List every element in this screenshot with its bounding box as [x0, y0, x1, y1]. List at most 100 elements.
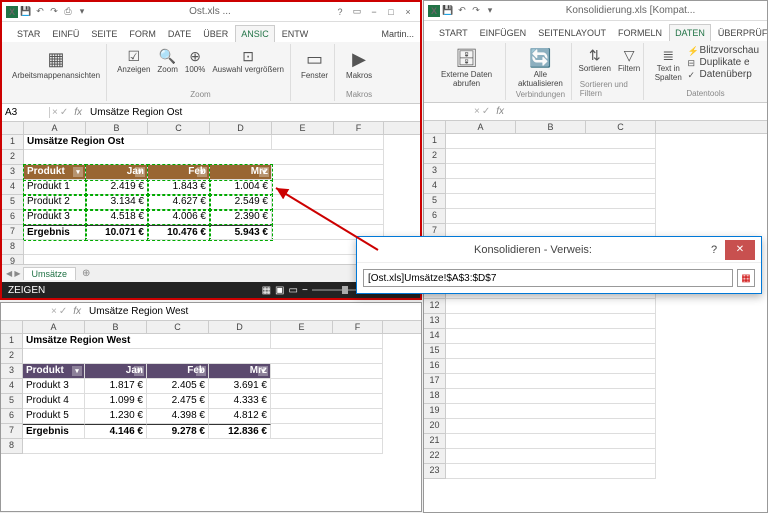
- zoom-out-icon[interactable]: −: [302, 285, 308, 296]
- flash-fill-button[interactable]: ⚡Blitzvorschau: [688, 45, 759, 56]
- select-all-corner[interactable]: [2, 122, 24, 134]
- tab-formeln[interactable]: FORM: [124, 26, 161, 42]
- tab-daten[interactable]: DATE: [163, 26, 196, 42]
- window-button[interactable]: ▭Fenster: [299, 46, 330, 82]
- qat-undo-icon[interactable]: ↶: [34, 6, 46, 18]
- group-name-macros: Makros: [346, 90, 372, 99]
- tab-ansicht[interactable]: ANSIC: [235, 25, 275, 42]
- tab-ueber[interactable]: ÜBER: [198, 26, 233, 42]
- workbook-views-button[interactable]: ▦Arbeitsmappenansichten: [10, 46, 102, 82]
- enter-icon[interactable]: ✓: [59, 306, 67, 317]
- consolidate-reference-dialog: Konsolidieren - Verweis: ? ✕ ▦: [356, 236, 762, 294]
- window-west: ×✓ fx Umsätze Region West A B C D E F 1U…: [0, 302, 422, 512]
- formula-content-west[interactable]: Umsätze Region West: [85, 306, 421, 317]
- formula-bar-west: ×✓ fx Umsätze Region West: [1, 303, 421, 321]
- window-title-kons: Konsolidierung.xls [Kompat...: [498, 5, 763, 16]
- dialog-help-icon[interactable]: ?: [703, 244, 725, 256]
- hdr-produkt[interactable]: Produkt▾: [24, 165, 86, 180]
- ribbon-kons: 🗄Externe Daten abrufen 🔄Alle aktualisier…: [424, 41, 767, 103]
- sort-button[interactable]: ⇅Sortieren: [577, 45, 613, 75]
- status-mode: ZEIGEN: [8, 285, 45, 296]
- tab-seite[interactable]: SEITE: [86, 26, 122, 42]
- range-picker-icon[interactable]: ▦: [737, 269, 755, 287]
- help-icon[interactable]: ?: [332, 5, 348, 19]
- filter-icon: ▾: [259, 167, 269, 177]
- fx-icon[interactable]: fx: [70, 107, 86, 118]
- qat-save-icon[interactable]: 💾: [442, 5, 454, 17]
- external-data-button[interactable]: 🗄Externe Daten abrufen: [432, 45, 501, 90]
- cancel-icon[interactable]: ×: [51, 306, 57, 317]
- col-e[interactable]: E: [272, 122, 334, 134]
- titlebar-ost: X 💾 ↶ ↷ ⎙ ▾ Ost.xls ... ? ▭ − □ ×: [2, 2, 420, 22]
- ribbon-ost: ▦Arbeitsmappenansichten ☑Anzeigen 🔍Zoom …: [2, 42, 420, 104]
- name-box[interactable]: A3: [2, 107, 50, 118]
- text-columns-button[interactable]: ≣Text in Spalten: [652, 45, 685, 84]
- zoom-100-button[interactable]: ⊕100%: [183, 46, 207, 76]
- dialog-title: Konsolidieren - Verweis:: [363, 244, 703, 256]
- col-c[interactable]: C: [148, 122, 210, 134]
- ribbon-group-window: ▭Fenster: [295, 44, 335, 101]
- hdr-mrz[interactable]: Mrz▾: [210, 165, 272, 180]
- cancel-icon[interactable]: ×: [52, 107, 58, 118]
- qat-redo-icon[interactable]: ↷: [470, 5, 482, 17]
- titlebar-kons: X 💾 ↶ ↷ ▾ Konsolidierung.xls [Kompat...: [424, 1, 767, 21]
- view-icon[interactable]: ▦: [262, 285, 271, 296]
- remove-dupes-button[interactable]: ⊟Duplikate e: [688, 57, 759, 68]
- select-all-corner[interactable]: [1, 321, 23, 333]
- fx-icon[interactable]: fx: [69, 306, 85, 317]
- formula-bar-kons: ×✓ fx: [424, 103, 767, 121]
- user-label[interactable]: Martin...: [375, 26, 420, 42]
- enter-icon[interactable]: ✓: [60, 107, 68, 118]
- qat-more-icon[interactable]: ▾: [76, 6, 88, 18]
- tab-start[interactable]: STAR: [12, 26, 45, 42]
- grid-west[interactable]: A B C D E F 1Umsätze Region West 2 3 Pro…: [1, 321, 421, 511]
- view-icon[interactable]: ▭: [289, 285, 298, 296]
- qat-print-icon[interactable]: ⎙: [62, 6, 74, 18]
- ribbon-tabs-ost: STAR EINFÜ SEITE FORM DATE ÜBER ANSIC EN…: [2, 22, 420, 42]
- col-f[interactable]: F: [334, 122, 384, 134]
- filter-icon: ▾: [197, 167, 207, 177]
- ribbon-group-zoom: ☑Anzeigen 🔍Zoom ⊕100% ⊡Auswahl vergrößer…: [111, 44, 291, 101]
- qat-more-icon[interactable]: ▾: [484, 5, 496, 17]
- ribbon-options-icon[interactable]: ▭: [349, 5, 365, 19]
- col-b[interactable]: B: [86, 122, 148, 134]
- excel-logo-icon: X: [428, 5, 440, 17]
- formula-content[interactable]: Umsätze Region Ost: [86, 107, 420, 118]
- view-icon[interactable]: ▣: [275, 285, 284, 296]
- sheet-tab-umsaetze[interactable]: Umsätze: [23, 267, 77, 280]
- data-validation-button[interactable]: ✓Datenüberp: [688, 69, 759, 80]
- ribbon-group-macros: ▶Makros Makros: [339, 44, 379, 101]
- minimize-icon[interactable]: −: [366, 5, 382, 19]
- hdr-feb[interactable]: Feb▾: [148, 165, 210, 180]
- hdr-jan[interactable]: Jan▾: [86, 165, 148, 180]
- qat-redo-icon[interactable]: ↷: [48, 6, 60, 18]
- tab-entw[interactable]: ENTW: [277, 26, 314, 42]
- qat-undo-icon[interactable]: ↶: [456, 5, 468, 17]
- dialog-close-icon[interactable]: ✕: [725, 240, 755, 260]
- qat-save-icon[interactable]: 💾: [20, 6, 32, 18]
- close-icon[interactable]: ×: [400, 5, 416, 19]
- sheet-nav-icon[interactable]: ◀ ▶: [6, 269, 21, 278]
- window-title: Ost.xls ...: [90, 6, 330, 17]
- show-button[interactable]: ☑Anzeigen: [115, 46, 152, 76]
- formula-bar-ost: A3 ×✓ fx Umsätze Region Ost: [2, 104, 420, 122]
- fx-icon[interactable]: fx: [492, 106, 508, 117]
- macros-button[interactable]: ▶Makros: [344, 46, 374, 82]
- filter-icon: ▾: [135, 167, 145, 177]
- tab-einfuegen[interactable]: EINFÜ: [47, 26, 84, 42]
- excel-logo-icon: X: [6, 6, 18, 18]
- filter-icon: ▾: [73, 167, 83, 177]
- zoom-button[interactable]: 🔍Zoom: [155, 46, 179, 76]
- col-d[interactable]: D: [210, 122, 272, 134]
- ribbon-group-views: ▦Arbeitsmappenansichten: [6, 44, 107, 101]
- refresh-all-button[interactable]: 🔄Alle aktualisieren: [514, 45, 567, 90]
- ribbon-tabs-kons: START EINFÜGEN SEITENLAYOUT FORMELN DATE…: [424, 21, 767, 41]
- col-a[interactable]: A: [24, 122, 86, 134]
- add-sheet-icon[interactable]: ⊕: [78, 268, 94, 279]
- maximize-icon[interactable]: □: [383, 5, 399, 19]
- zoom-selection-button[interactable]: ⊡Auswahl vergrößern: [210, 46, 286, 76]
- grid-kons[interactable]: A B C 1234567891011121314151617181920212…: [424, 121, 767, 512]
- title-cell[interactable]: Umsätze Region Ost: [24, 135, 272, 150]
- reference-input[interactable]: [363, 269, 733, 287]
- filter-button[interactable]: ▽Filtern: [616, 45, 642, 75]
